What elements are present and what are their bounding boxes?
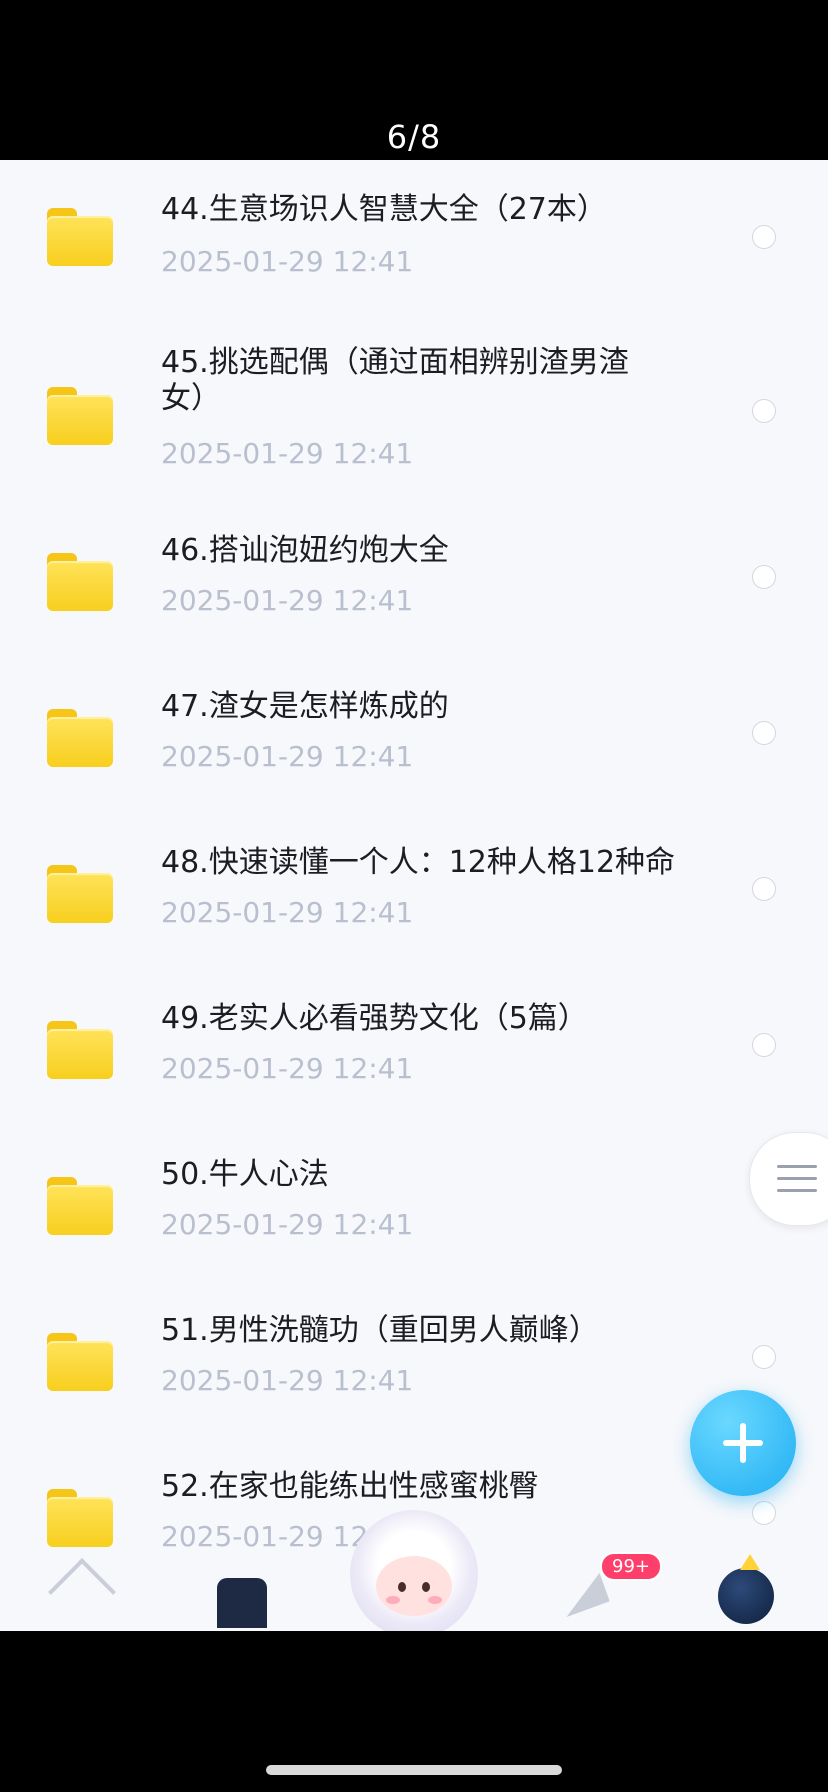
list-item[interactable]: 46.搭讪泡妞约炮大全 2025-01-29 12:41 xyxy=(0,515,828,665)
list-item[interactable]: 49.老实人必看强势文化（5篇） 2025-01-29 12:41 xyxy=(0,983,828,1133)
file-title: 50.牛人心法 xyxy=(161,1157,329,1192)
add-button[interactable] xyxy=(690,1390,796,1496)
file-date: 2025-01-29 12:41 xyxy=(161,896,414,929)
file-date: 2025-01-29 12:41 xyxy=(161,740,414,773)
list-item[interactable]: 48.快速读懂一个人：12种人格12种命 2025-01-29 12:41 xyxy=(0,827,828,977)
select-radio[interactable] xyxy=(752,877,776,901)
menu-icon-line xyxy=(777,1177,817,1180)
file-title: 46.搭讪泡妞约炮大全 xyxy=(161,533,449,568)
file-title: 52.在家也能练出性感蜜桃臀 xyxy=(161,1469,539,1504)
file-title: 49.老实人必看强势文化（5篇） xyxy=(161,1001,588,1036)
select-radio[interactable] xyxy=(752,225,776,249)
file-title: 47.渣女是怎样炼成的 xyxy=(161,689,449,724)
file-date: 2025-01-29 12:41 xyxy=(161,1208,414,1241)
list-item[interactable]: 47.渣女是怎样炼成的 2025-01-29 12:41 xyxy=(0,671,828,821)
send-icon[interactable] xyxy=(556,1573,610,1617)
list-item[interactable]: 45.挑选配偶（通过面相辨别渣男渣女） 2025-01-29 12:41 xyxy=(0,315,828,505)
crown-icon xyxy=(740,1554,760,1570)
file-title: 44.生意场识人智慧大全（27本） xyxy=(161,192,607,227)
file-date: 2025-01-29 12:41 xyxy=(161,437,414,470)
folder-icon xyxy=(47,553,113,611)
top-bar: 6/8 xyxy=(0,0,828,160)
profile-icon[interactable] xyxy=(718,1554,774,1624)
select-radio[interactable] xyxy=(752,399,776,423)
file-title: 48.快速读懂一个人：12种人格12种命 xyxy=(161,845,676,880)
menu-icon xyxy=(777,1165,817,1168)
bottom-tab-bar: 99+ xyxy=(0,1510,828,1631)
page-indicator: 6/8 xyxy=(386,118,442,156)
files-icon[interactable] xyxy=(217,1578,267,1628)
file-date: 2025-01-29 12:41 xyxy=(161,245,414,278)
mascot-icon[interactable] xyxy=(350,1510,478,1631)
file-date: 2025-01-29 12:41 xyxy=(161,584,414,617)
file-title: 45.挑选配偶（通过面相辨别渣男渣女） xyxy=(161,345,629,416)
file-list-screen: 44.生意场识人智慧大全（27本） 2025-01-29 12:41 45.挑选… xyxy=(0,160,828,1631)
folder-icon xyxy=(47,709,113,767)
menu-icon-line xyxy=(777,1189,817,1192)
select-radio[interactable] xyxy=(752,1345,776,1369)
notification-badge: 99+ xyxy=(600,1552,662,1581)
folder-icon xyxy=(47,1489,113,1547)
file-date: 2025-01-29 12:41 xyxy=(161,1052,414,1085)
folder-icon xyxy=(47,1333,113,1391)
select-radio[interactable] xyxy=(752,565,776,589)
file-title: 51.男性洗髓功（重回男人巅峰） xyxy=(161,1313,599,1348)
list-item[interactable]: 50.牛人心法 2025-01-29 12:41 xyxy=(0,1139,828,1289)
folder-icon xyxy=(47,208,113,266)
select-radio[interactable] xyxy=(752,721,776,745)
list-item[interactable]: 44.生意场识人智慧大全（27本） 2025-01-29 12:41 xyxy=(0,160,828,310)
select-radio[interactable] xyxy=(752,1501,776,1525)
folder-icon xyxy=(47,1177,113,1235)
folder-icon xyxy=(47,865,113,923)
select-radio[interactable] xyxy=(752,1033,776,1057)
home-icon[interactable] xyxy=(48,1558,116,1626)
folder-icon xyxy=(47,387,113,445)
home-indicator[interactable] xyxy=(266,1765,562,1775)
folder-icon xyxy=(47,1021,113,1079)
file-date: 2025-01-29 12:41 xyxy=(161,1364,414,1397)
